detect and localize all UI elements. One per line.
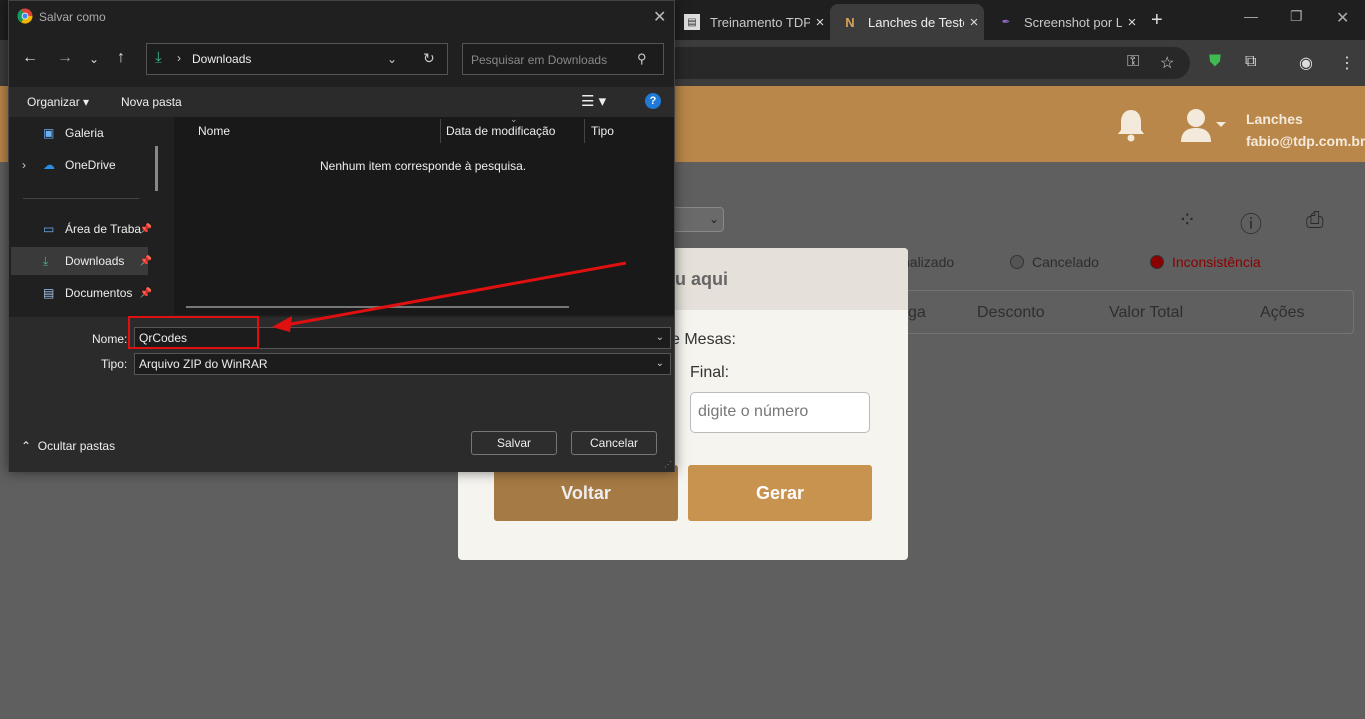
annotation-arrow: [272, 261, 627, 332]
